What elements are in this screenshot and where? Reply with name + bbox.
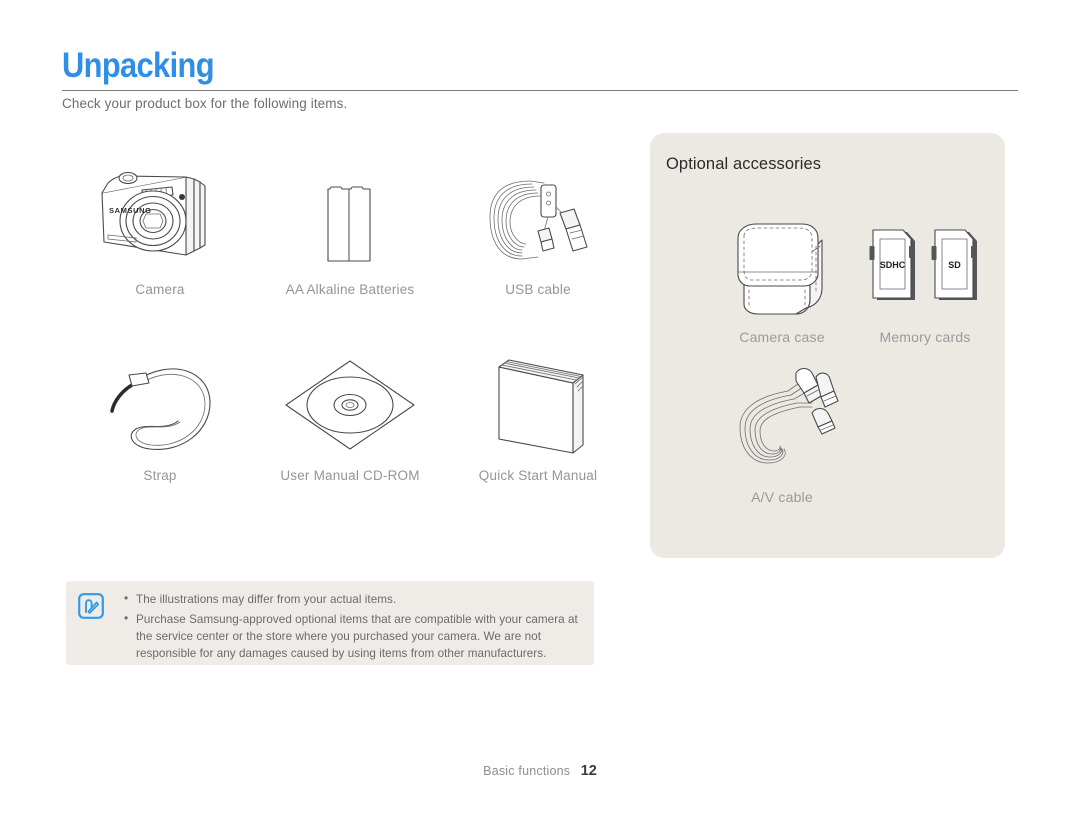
item-cdrom: User Manual CD-ROM — [264, 349, 436, 483]
optional-item-label: A/V cable — [751, 489, 813, 505]
memory-card-label-sd: SD — [948, 260, 961, 270]
title-divider — [62, 90, 1018, 91]
note-line: The illustrations may differ from your a… — [124, 590, 584, 608]
memory-card-label-sdhc: SDHC — [880, 260, 906, 270]
optional-item-label: Memory cards — [879, 329, 971, 345]
camera-brand-label: SAMSUNG — [109, 206, 152, 215]
note-box: The illustrations may differ from your a… — [66, 581, 594, 665]
optional-item-memory-cards: SDHC SD Memory cards — [835, 208, 1015, 345]
note-line: Purchase Samsung-approved optional items… — [124, 610, 584, 662]
item-label: Quick Start Manual — [478, 468, 598, 483]
item-label: AA Alkaline Batteries — [285, 282, 415, 297]
optional-accessories-panel: Optional accessories Camera case SDHC SD… — [650, 133, 1005, 558]
av-cable-icon — [692, 363, 872, 483]
item-label: USB cable — [505, 282, 571, 297]
batteries-icon — [264, 163, 436, 278]
item-strap: Strap — [74, 349, 246, 483]
intro-text: Check your product box for the following… — [62, 96, 348, 111]
item-label: Camera — [135, 282, 185, 297]
note-list: The illustrations may differ from your a… — [124, 590, 584, 665]
memory-cards-icon: SDHC SD — [835, 208, 1015, 323]
usb-cable-icon — [452, 163, 624, 278]
strap-icon — [74, 349, 246, 464]
page-title: Unpacking — [62, 46, 215, 85]
booklet-icon — [452, 349, 624, 464]
item-camera: SAMSUNG Camera — [74, 163, 246, 297]
footer-section-label: Basic functions — [483, 764, 571, 778]
item-usb-cable: USB cable — [452, 163, 624, 297]
item-label: User Manual CD-ROM — [280, 468, 420, 483]
cdrom-icon — [264, 349, 436, 464]
optional-accessories-heading: Optional accessories — [666, 155, 822, 173]
optional-item-av-cable: A/V cable — [692, 363, 872, 505]
camera-icon: SAMSUNG — [74, 163, 246, 278]
item-quick-start-manual: Quick Start Manual — [452, 349, 624, 483]
note-pencil-icon — [78, 593, 104, 619]
item-batteries: AA Alkaline Batteries — [264, 163, 436, 297]
footer-page-number: 12 — [580, 763, 597, 779]
page-footer: Basic functions 12 — [0, 762, 1080, 780]
item-label: Strap — [143, 468, 177, 483]
